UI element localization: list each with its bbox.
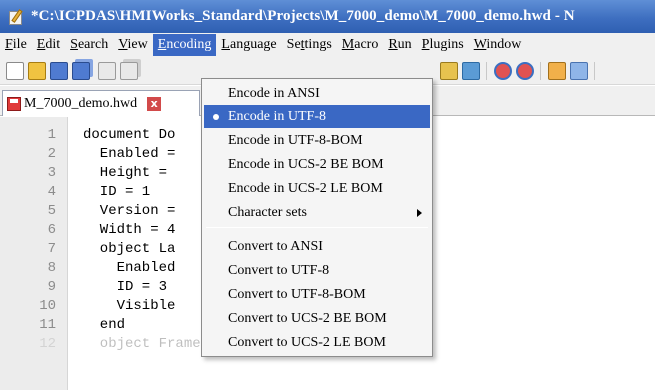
encoding-menu-item[interactable]: Encode in UTF-8 <box>204 105 430 128</box>
line-number: 10 <box>39 298 56 314</box>
code-line[interactable]: object La <box>83 240 176 259</box>
encoding-menu-item[interactable]: Encode in UTF-8-BOM <box>204 129 430 152</box>
line-number: 7 <box>47 241 56 257</box>
menu-view[interactable]: View <box>113 34 153 56</box>
sync-scroll-vertical-icon[interactable] <box>548 62 566 80</box>
code-line[interactable]: end <box>83 316 125 335</box>
indent-guide-icon[interactable] <box>462 62 480 80</box>
encoding-menu: Encode in ANSI Encode in UTF-8 Encode in U… <box>201 78 433 357</box>
code-line[interactable]: Height = <box>83 164 167 183</box>
wrap-icon[interactable] <box>440 62 458 80</box>
new-file-icon[interactable] <box>6 62 24 80</box>
encoding-menu-item[interactable]: Convert to UTF-8-BOM <box>204 283 430 306</box>
menu-item-label: Convert to UTF-8-BOM <box>228 287 366 302</box>
menu-item-label: Encode in UTF-8 <box>228 109 326 124</box>
encoding-menu-item[interactable]: Convert to UCS-2 BE BOM <box>204 307 430 330</box>
sync-scroll-horizontal-icon[interactable] <box>570 62 588 80</box>
encoding-menu-item[interactable]: Encode in UCS-2 BE BOM <box>204 153 430 176</box>
close-all-icon[interactable] <box>120 62 138 80</box>
toolbar-separator <box>540 62 541 80</box>
line-number: 8 <box>47 260 56 276</box>
menu-run[interactable]: Run <box>383 34 416 56</box>
line-number: 3 <box>47 165 56 181</box>
menu-file[interactable]: File <box>0 34 32 56</box>
encoding-menu-item[interactable]: Convert to UTF-8 <box>204 259 430 282</box>
code-line[interactable]: Enabled = <box>83 145 176 164</box>
menu-encoding[interactable]: Encoding <box>152 34 217 56</box>
save-icon[interactable] <box>50 62 68 80</box>
menu-item-label: Convert to UCS-2 LE BOM <box>228 335 386 350</box>
line-number: 12 <box>39 336 56 352</box>
menu-window[interactable]: Window <box>469 34 527 56</box>
zoom-in-icon[interactable] <box>494 62 512 80</box>
selected-bullet-icon <box>213 114 219 120</box>
menu-bar: File Edit Search View Encoding Language … <box>0 33 655 57</box>
zoom-out-icon[interactable] <box>516 62 534 80</box>
code-line[interactable]: ID = 1 <box>83 183 150 202</box>
line-number: 4 <box>47 184 56 200</box>
menu-item-label: Convert to ANSI <box>228 239 323 254</box>
menu-item-label: Encode in UCS-2 LE BOM <box>228 181 383 196</box>
notepad-app-icon <box>9 8 25 25</box>
code-line[interactable]: Enabled <box>83 259 176 278</box>
menu-search[interactable]: Search <box>65 34 113 56</box>
tab-close-icon[interactable]: x <box>147 96 162 111</box>
submenu-arrow-icon <box>417 209 422 217</box>
line-number: 11 <box>39 317 56 333</box>
toolbar-separator <box>594 62 595 80</box>
menu-item-label: Convert to UCS-2 BE BOM <box>228 311 387 326</box>
line-number: 1 <box>47 127 56 143</box>
menu-macro[interactable]: Macro <box>337 34 384 56</box>
encoding-menu-item[interactable]: Encode in UCS-2 LE BOM <box>204 177 430 200</box>
close-icon[interactable] <box>98 62 116 80</box>
menu-language[interactable]: Language <box>216 34 281 56</box>
line-number: 9 <box>47 279 56 295</box>
menu-item-label: Encode in UTF-8-BOM <box>228 133 363 148</box>
window-title: *C:\ICPDAS\HMIWorks_Standard\Projects\M_… <box>31 8 575 24</box>
line-number: 2 <box>47 146 56 162</box>
menu-item-label: Character sets <box>228 205 307 220</box>
menu-settings[interactable]: Settings <box>282 34 337 56</box>
code-line[interactable]: Width = 4 <box>83 221 176 240</box>
encoding-menu-item[interactable]: Character sets <box>204 201 430 224</box>
code-line[interactable]: Visible <box>83 297 176 316</box>
open-file-icon[interactable] <box>28 62 46 80</box>
menu-item-label: Encode in UCS-2 BE BOM <box>228 157 384 172</box>
code-line[interactable]: document Do <box>83 126 175 145</box>
line-number: 5 <box>47 203 56 219</box>
save-all-icon[interactable] <box>72 62 90 80</box>
encoding-menu-item[interactable]: Convert to UCS-2 LE BOM <box>204 331 430 354</box>
encoding-menu-item[interactable]: Convert to ANSI <box>204 235 430 258</box>
menu-edit[interactable]: Edit <box>32 34 65 56</box>
menu-separator <box>206 227 428 228</box>
unsaved-file-icon <box>7 96 21 111</box>
code-line[interactable]: ID = 3 <box>83 278 167 297</box>
menu-plugins[interactable]: Plugins <box>417 34 469 56</box>
encoding-menu-item[interactable]: Encode in ANSI <box>204 82 430 105</box>
tab-m7000-demo[interactable]: M_7000_demo.hwd x <box>2 90 200 116</box>
menu-item-label: Convert to UTF-8 <box>228 263 330 278</box>
tab-label: M_7000_demo.hwd <box>24 95 138 111</box>
code-line[interactable]: Version = <box>83 202 176 221</box>
toolbar-separator <box>486 62 487 80</box>
line-number: 6 <box>47 222 56 238</box>
title-bar: *C:\ICPDAS\HMIWorks_Standard\Projects\M_… <box>0 0 655 33</box>
menu-item-label: Encode in ANSI <box>228 86 320 101</box>
